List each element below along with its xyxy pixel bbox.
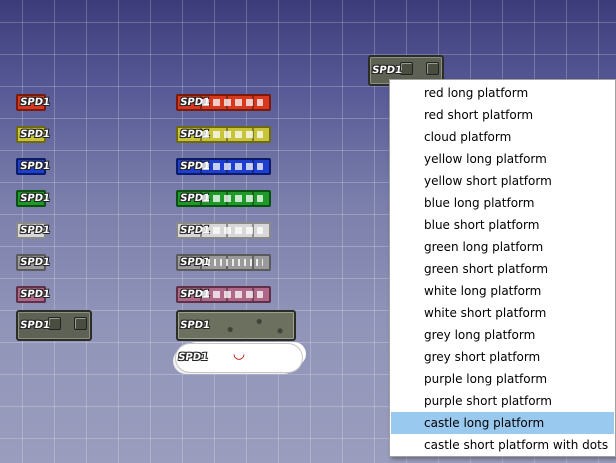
menu-item-grey-short-platform[interactable]: grey short platform xyxy=(391,346,614,368)
menu-item-green-short-platform[interactable]: green short platform xyxy=(391,258,614,280)
smiley-face-icon: ◡ xyxy=(232,346,246,362)
purple-short-platform[interactable]: SPD1 xyxy=(16,286,51,303)
menu-item-blue-long-platform[interactable]: blue long platform xyxy=(391,192,614,214)
speed-label: SPD1 xyxy=(371,64,403,76)
speed-label: SPD1 xyxy=(179,96,211,108)
menu-item-blue-short-platform[interactable]: blue short platform xyxy=(391,214,614,236)
blue-long-platform[interactable]: SPD1 xyxy=(176,158,271,175)
speed-label: SPD1 xyxy=(179,160,211,172)
red-long-platform[interactable]: SPD1 xyxy=(176,94,271,111)
blue-short-platform[interactable]: SPD1 xyxy=(16,158,51,175)
speed-label: SPD1 xyxy=(19,192,51,204)
yellow-long-platform[interactable]: SPD1 xyxy=(176,126,271,143)
castle-long-platform[interactable]: SPD1 xyxy=(176,310,296,341)
castle-block xyxy=(74,317,87,330)
white-short-platform[interactable]: SPD1 xyxy=(16,222,51,239)
speed-label: SPD1 xyxy=(179,224,211,236)
purple-long-platform[interactable]: SPD1 xyxy=(176,286,271,303)
red-short-platform[interactable]: SPD1 xyxy=(16,94,51,111)
add-platform-context-menu: red long platform red short platform clo… xyxy=(389,79,616,457)
menu-item-yellow-short-platform[interactable]: yellow short platform xyxy=(391,170,614,192)
menu-item-red-short-platform[interactable]: red short platform xyxy=(391,104,614,126)
speed-label: SPD1 xyxy=(179,288,211,300)
speed-label: SPD1 xyxy=(19,128,51,140)
grey-short-platform[interactable]: SPD1 xyxy=(16,254,51,271)
speed-label: SPD1 xyxy=(19,319,51,331)
menu-item-purple-long-platform[interactable]: purple long platform xyxy=(391,368,614,390)
speed-label: SPD1 xyxy=(19,160,51,172)
castle-block xyxy=(400,62,413,75)
menu-item-castle-short-platform-with-dots[interactable]: castle short platform with dots xyxy=(391,434,614,456)
white-long-platform[interactable]: SPD1 xyxy=(176,222,271,239)
castle-short-platform-with-dots[interactable]: SPD1 xyxy=(16,310,92,341)
menu-item-red-long-platform[interactable]: red long platform xyxy=(391,82,614,104)
speed-label: SPD1 xyxy=(179,192,211,204)
green-short-platform[interactable]: SPD1 xyxy=(16,190,51,207)
menu-item-white-short-platform[interactable]: white short platform xyxy=(391,302,614,324)
speed-label: SPD1 xyxy=(19,288,51,300)
speed-label: SPD1 xyxy=(179,128,211,140)
menu-item-cloud-platform[interactable]: cloud platform xyxy=(391,126,614,148)
menu-item-white-long-platform[interactable]: white long platform xyxy=(391,280,614,302)
speed-label: SPD1 xyxy=(177,352,209,363)
speed-label: SPD1 xyxy=(179,256,211,268)
speed-label: SPD1 xyxy=(19,224,51,236)
cloud-platform[interactable]: ◡ SPD1 xyxy=(176,344,302,372)
speed-label: SPD1 xyxy=(179,319,211,331)
menu-item-castle-long-platform[interactable]: castle long platform xyxy=(391,412,614,434)
yellow-short-platform[interactable]: SPD1 xyxy=(16,126,51,143)
menu-item-green-long-platform[interactable]: green long platform xyxy=(391,236,614,258)
grey-long-platform[interactable]: SPD1 xyxy=(176,254,271,271)
menu-item-grey-long-platform[interactable]: grey long platform xyxy=(391,324,614,346)
menu-item-purple-short-platform[interactable]: purple short platform xyxy=(391,390,614,412)
green-long-platform[interactable]: SPD1 xyxy=(176,190,271,207)
castle-block xyxy=(426,62,439,75)
speed-label: SPD1 xyxy=(19,256,51,268)
menu-item-yellow-long-platform[interactable]: yellow long platform xyxy=(391,148,614,170)
castle-block xyxy=(48,317,61,330)
speed-label: SPD1 xyxy=(19,96,51,108)
